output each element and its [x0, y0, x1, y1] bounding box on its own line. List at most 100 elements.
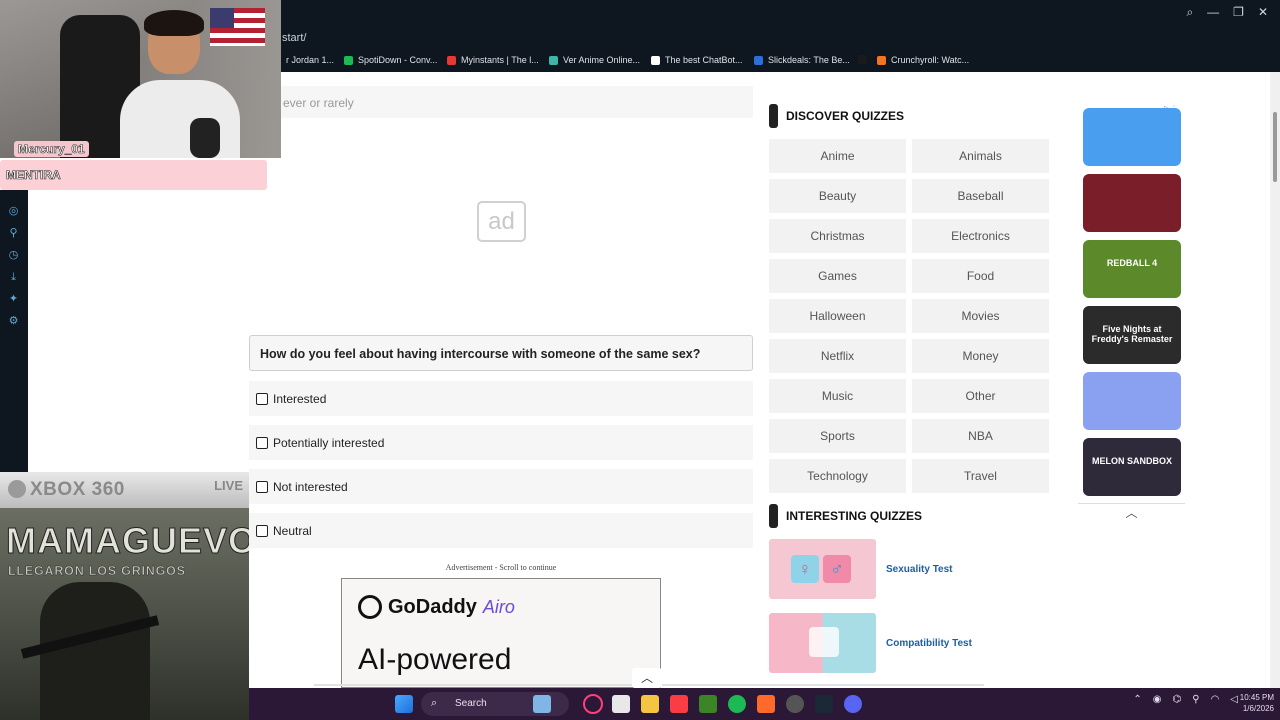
- bookmark-label: The best ChatBot...: [665, 55, 743, 65]
- category-button[interactable]: Electronics: [912, 219, 1049, 253]
- stream-status-text: MENTIRA: [6, 168, 61, 183]
- copilot-icon[interactable]: [533, 695, 551, 713]
- category-button[interactable]: Games: [769, 259, 906, 293]
- bookmark-favicon-icon: [549, 55, 558, 65]
- messenger-icon[interactable]: ◎: [7, 205, 20, 218]
- answer-option-potentially-interested[interactable]: Potentially interested: [249, 425, 753, 460]
- extension-icon[interactable]: ✦: [7, 293, 20, 306]
- scroll-up-button[interactable]: ︿: [632, 668, 662, 688]
- url-text[interactable]: start/: [282, 32, 306, 44]
- game-thumbnail[interactable]: [1083, 372, 1181, 430]
- scrollbar[interactable]: [1270, 72, 1280, 688]
- category-button[interactable]: Other: [912, 379, 1049, 413]
- minimize-icon[interactable]: —: [1207, 5, 1219, 20]
- discord-icon[interactable]: [844, 695, 862, 713]
- category-button[interactable]: Sports: [769, 419, 906, 453]
- streamer-hair: [144, 10, 204, 36]
- previous-answer-option[interactable]: ever or rarely: [249, 86, 753, 118]
- option-label: Interested: [273, 391, 327, 406]
- checkbox[interactable]: [256, 392, 268, 405]
- system-tray: ⌃ ◉ ⌬ ⚲ ◠ ◁: [1133, 694, 1238, 705]
- scrollbar-thumb[interactable]: [1273, 112, 1277, 182]
- category-button[interactable]: Netflix: [769, 339, 906, 373]
- pin-icon[interactable]: ⚲: [7, 227, 20, 240]
- category-button[interactable]: Technology: [769, 459, 906, 493]
- bookmark-item[interactable]: Myinstants | The l...: [447, 55, 539, 65]
- category-button[interactable]: Baseball: [912, 179, 1049, 213]
- checkbox[interactable]: [256, 524, 268, 537]
- bookmark-item[interactable]: Ver Anime Online...: [549, 55, 640, 65]
- game-title: Five Nights at Freddy's Remaster: [1091, 324, 1173, 344]
- bookmark-item[interactable]: The best ChatBot...: [651, 55, 743, 65]
- game-thumbnail[interactable]: Five Nights at Freddy's Remaster: [1083, 306, 1181, 364]
- history-icon[interactable]: ◷: [7, 249, 20, 262]
- bookmark-item[interactable]: SpotiDown - Conv...: [344, 55, 437, 65]
- close-icon[interactable]: ✕: [1258, 5, 1268, 20]
- heading-text: DISCOVER QUIZZES: [786, 109, 905, 123]
- file-explorer-icon[interactable]: [641, 695, 659, 713]
- bookmark-label: r Jordan 1...: [286, 55, 335, 65]
- category-button[interactable]: Food: [912, 259, 1049, 293]
- female-symbol-icon: ♀: [791, 555, 819, 583]
- wifi-icon[interactable]: ◠: [1211, 694, 1220, 705]
- bookmark-label: SpotiDown - Conv...: [358, 55, 438, 65]
- bookmark-item[interactable]: Crunchyroll: Watc...: [877, 55, 969, 65]
- heading-text: INTERESTING QUIZZES: [786, 509, 923, 523]
- minecraft-icon[interactable]: [699, 695, 717, 713]
- checkbox[interactable]: [256, 436, 268, 449]
- chrome-icon[interactable]: [786, 695, 804, 713]
- spotify-icon[interactable]: [728, 695, 746, 713]
- game-thumbnail[interactable]: [1083, 108, 1181, 166]
- checkbox[interactable]: [256, 480, 268, 493]
- download-icon[interactable]: ⤓: [7, 271, 20, 284]
- store-icon[interactable]: [612, 695, 630, 713]
- game-thumbnail[interactable]: REDBALL 4: [1083, 240, 1181, 298]
- ad-banner[interactable]: GoDaddy Airo AI-powered: [341, 578, 661, 688]
- collapse-games-button[interactable]: ︿: [1078, 503, 1185, 521]
- category-button[interactable]: Movies: [912, 299, 1049, 333]
- game-thumbnail[interactable]: [1083, 174, 1181, 232]
- category-button[interactable]: Money: [912, 339, 1049, 373]
- category-button[interactable]: Anime: [769, 139, 906, 173]
- app-icon[interactable]: [757, 695, 775, 713]
- sexuality-test-link[interactable]: Sexuality Test: [886, 564, 953, 575]
- answer-option-not-interested[interactable]: Not interested: [249, 469, 753, 504]
- answer-option-neutral[interactable]: Neutral: [249, 513, 753, 548]
- restore-icon[interactable]: ❐: [1233, 5, 1244, 20]
- category-button[interactable]: Travel: [912, 459, 1049, 493]
- category-button[interactable]: NBA: [912, 419, 1049, 453]
- bookmark-favicon-icon: [877, 55, 886, 65]
- category-button[interactable]: Christmas: [769, 219, 906, 253]
- volume-icon[interactable]: ◁: [1230, 694, 1238, 705]
- settings-icon[interactable]: ⚙: [7, 315, 20, 328]
- compatibility-test-link[interactable]: Compatibility Test: [886, 638, 972, 649]
- taskbar-clock[interactable]: 10:45 PM 1/6/2026: [1240, 692, 1274, 714]
- search-icon: ⌕: [431, 697, 438, 709]
- app-tray-icon[interactable]: ◉: [1153, 694, 1162, 705]
- category-button[interactable]: Halloween: [769, 299, 906, 333]
- clock-time: 10:45 PM: [1239, 693, 1274, 702]
- answer-option-interested[interactable]: Interested: [249, 381, 753, 416]
- opera-icon[interactable]: [583, 694, 603, 714]
- category-button[interactable]: Animals: [912, 139, 1049, 173]
- interesting-quizzes-heading: INTERESTING QUIZZES: [769, 504, 922, 528]
- webcam-overlay: [0, 0, 281, 158]
- network-icon[interactable]: ⌬: [1173, 694, 1182, 705]
- category-button[interactable]: Music: [769, 379, 906, 413]
- chevron-up-icon[interactable]: ⌃: [1133, 694, 1141, 705]
- steam-icon[interactable]: [815, 695, 833, 713]
- game-title: REDBALL 4: [1106, 258, 1158, 268]
- bookmark-item[interactable]: Slickdeals: The Be...: [754, 55, 850, 65]
- search-icon[interactable]: ⌕: [1186, 5, 1193, 20]
- sexuality-test-thumbnail[interactable]: ♀ ♂: [769, 539, 876, 599]
- xbox-live-badge: LIVE: [214, 478, 243, 493]
- bookmark-item[interactable]: r Jordan 1...: [272, 55, 334, 65]
- windows-start-icon[interactable]: [395, 695, 413, 713]
- male-symbol-icon: ♂: [823, 555, 851, 583]
- game-thumbnail[interactable]: MELON SANDBOX: [1083, 438, 1181, 496]
- microphone-icon[interactable]: ⚲: [1192, 694, 1199, 705]
- music-icon[interactable]: [670, 695, 688, 713]
- bookmark-item[interactable]: [858, 55, 872, 64]
- compatibility-test-thumbnail[interactable]: [769, 613, 876, 673]
- category-button[interactable]: Beauty: [769, 179, 906, 213]
